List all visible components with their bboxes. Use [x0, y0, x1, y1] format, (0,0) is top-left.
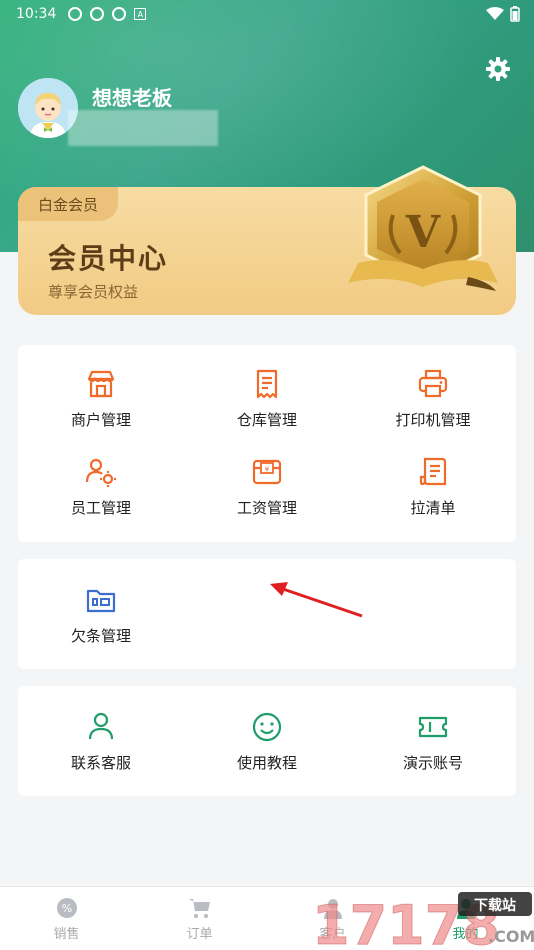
watermark-site: 下载站: [474, 897, 516, 914]
watermark-domain: .COM: [488, 927, 534, 946]
management-menu-card: 商户管理 仓库管理 打印机管理 员工管理 ¥ 工资管理 拉清单: [18, 345, 516, 542]
redacted-info: [68, 110, 218, 146]
menu-label: 使用教程: [236, 754, 297, 772]
site-watermark: 17178 下载站 .COM: [312, 892, 534, 950]
printer-icon: [418, 369, 448, 398]
status-indicators: [486, 6, 520, 22]
menu-label: 欠条管理: [70, 627, 131, 645]
menu-label: 打印机管理: [395, 411, 471, 429]
battery-icon: [510, 6, 520, 22]
vip-level-tag: 白金会员: [18, 187, 119, 221]
menu-item-warehouse[interactable]: 仓库管理: [184, 367, 350, 430]
notification-icon: [90, 7, 105, 21]
vip-center-card[interactable]: 白金会员 会员中心 尊享会员权益 V: [18, 165, 516, 315]
vip-subtitle: 尊享会员权益: [48, 283, 139, 301]
menu-item-demo-account[interactable]: 演示账号: [350, 710, 516, 773]
status-notifications: A: [68, 7, 147, 21]
sales-icon: %: [56, 898, 77, 918]
menu-label: 联系客服: [70, 754, 131, 772]
menu-item-salary[interactable]: ¥ 工资管理: [184, 455, 350, 518]
store-icon: [87, 370, 115, 398]
folder-icon: [86, 589, 116, 613]
menu-item-contact-service[interactable]: 联系客服: [18, 710, 184, 773]
notification-letter-icon: A: [134, 8, 147, 20]
user-name: 想想老板: [92, 86, 172, 110]
tab-label: 订单: [186, 927, 213, 942]
vip-badge-letter: V: [405, 207, 441, 258]
red-arrow-annotation: [270, 582, 363, 618]
tab-sales[interactable]: % 销售: [0, 895, 133, 942]
support-menu-card: 联系客服 使用教程 演示账号: [18, 686, 516, 796]
menu-label: 员工管理: [70, 499, 131, 517]
menu-item-list[interactable]: 拉清单: [350, 455, 516, 518]
tab-orders[interactable]: 订单: [133, 895, 266, 942]
tab-label: 销售: [53, 927, 80, 942]
vip-badge-icon: V: [348, 165, 498, 291]
receipt-icon: [256, 369, 278, 399]
svg-text:¥: ¥: [265, 466, 270, 474]
menu-item-merchant[interactable]: 商户管理: [18, 367, 184, 430]
smile-icon: [252, 712, 282, 742]
menu-label: 仓库管理: [236, 411, 297, 429]
menu-item-printer[interactable]: 打印机管理: [350, 367, 516, 430]
menu-label: 商户管理: [70, 411, 131, 429]
salary-icon: ¥: [252, 459, 282, 485]
menu-item-iou[interactable]: 欠条管理: [18, 583, 184, 646]
svg-text:%: %: [61, 902, 71, 915]
vip-title: 会员中心: [48, 242, 169, 275]
cart-icon: [188, 899, 210, 918]
notification-icon: [68, 7, 83, 21]
list-icon: [419, 457, 447, 486]
menu-item-staff[interactable]: 员工管理: [18, 455, 184, 518]
menu-label: 演示账号: [402, 754, 463, 772]
notification-icon: [112, 7, 127, 21]
status-time: 10:34: [16, 6, 57, 22]
ticket-icon: [418, 716, 448, 738]
menu-label: 拉清单: [410, 499, 456, 517]
menu-label: 工资管理: [236, 499, 297, 517]
gear-icon[interactable]: [485, 56, 511, 82]
staff-settings-icon: [85, 458, 116, 487]
menu-item-tutorial[interactable]: 使用教程: [184, 710, 350, 773]
wifi-icon: [486, 7, 504, 20]
status-bar: 10:34 A: [0, 0, 534, 28]
person-icon: [88, 712, 114, 740]
